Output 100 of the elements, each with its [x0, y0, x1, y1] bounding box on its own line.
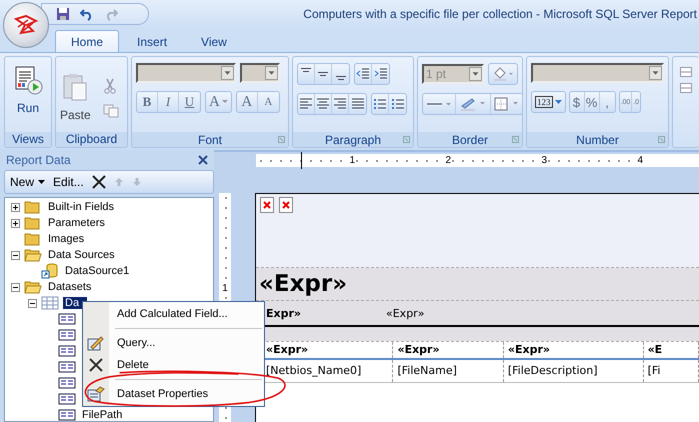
database-icon — [41, 263, 59, 279]
font-size-button[interactable]: A — [258, 92, 279, 112]
format-button[interactable]: I — [158, 92, 179, 112]
indent-icon — [374, 68, 388, 80]
field-icon — [58, 361, 76, 373]
font-name-combo[interactable] — [136, 63, 236, 83]
number-format-button[interactable]: 123 — [532, 92, 564, 112]
decrease-indent-button[interactable] — [355, 64, 372, 84]
folder-icon — [24, 232, 42, 246]
tree-item[interactable]: Built-in Fields — [46, 201, 116, 213]
ribbon-tab[interactable]: View — [185, 30, 243, 52]
column-header: «Expr» — [393, 342, 504, 358]
expression-cell-text: Expr» — [265, 306, 302, 320]
tree-item[interactable]: FilePath — [80, 409, 124, 421]
report-run-icon — [13, 65, 43, 95]
edit-button[interactable]: Edit... — [53, 175, 84, 189]
field-icon — [58, 329, 76, 341]
expression-cell-text: «Expr» — [385, 306, 424, 320]
expander-icon[interactable] — [11, 250, 20, 260]
save-icon[interactable] — [56, 7, 70, 21]
report-title: «Expr» — [256, 268, 699, 300]
table-icon — [41, 296, 59, 310]
table-cell: [Fi — [644, 360, 699, 382]
font-color-button[interactable]: A — [206, 92, 231, 112]
logo-icon — [13, 13, 39, 37]
menu-item[interactable]: Dataset Properties — [83, 383, 264, 405]
caret-icon — [222, 100, 228, 104]
broken-image-icon — [279, 197, 293, 213]
indent-icon — [356, 68, 370, 80]
expander-icon[interactable] — [28, 298, 37, 308]
font-size-combo[interactable] — [240, 63, 280, 83]
close-icon[interactable] — [198, 155, 208, 165]
field-icon — [58, 393, 76, 405]
group-label: Font — [198, 132, 222, 146]
folder-icon — [24, 200, 42, 214]
format-button[interactable]: B — [137, 92, 158, 112]
tree-item[interactable]: DataSource1 — [63, 265, 132, 277]
list-icon — [373, 98, 387, 110]
align-lines-icon — [316, 98, 330, 110]
expander-icon[interactable] — [11, 282, 20, 292]
paste-button[interactable]: Paste — [60, 68, 91, 122]
caret-icon — [38, 180, 46, 184]
lines-icon — [301, 68, 311, 72]
paint-bucket-icon — [492, 67, 514, 81]
align-lines-icon — [299, 98, 313, 110]
new-button[interactable]: New — [10, 175, 46, 189]
group-label: Border — [452, 132, 488, 146]
window-title: Computers with a specific file per collection - Microsoft SQL Server Report — [303, 7, 697, 21]
open-folder-icon — [24, 248, 42, 262]
field-icon — [58, 313, 76, 325]
tree-item[interactable]: Datasets — [46, 281, 94, 293]
properties-icon — [87, 386, 105, 402]
lines-icon — [336, 76, 346, 80]
column-header: «E — [644, 342, 699, 358]
pen-icon — [459, 97, 487, 111]
list-icon — [390, 98, 404, 110]
undo-icon[interactable] — [80, 7, 94, 21]
ruler-label: 1 — [222, 283, 228, 294]
table-cell: [FileName] — [393, 360, 504, 382]
bullets-button[interactable] — [372, 94, 389, 114]
clipboard-icon — [61, 72, 90, 102]
tree-item[interactable]: Images — [46, 233, 86, 245]
group-label: Clipboard — [56, 132, 127, 147]
tree-item[interactable]: Data Sources — [46, 249, 117, 261]
align-top-button[interactable] — [298, 64, 315, 84]
run-button[interactable]: Run — [13, 61, 43, 128]
format-button[interactable]: U — [179, 92, 200, 112]
field-icon — [58, 377, 76, 389]
align-button[interactable] — [315, 94, 332, 114]
pencil-icon — [87, 335, 105, 351]
grid-icon[interactable] — [680, 83, 692, 93]
ribbon-tab[interactable]: Insert — [121, 30, 184, 52]
align-button[interactable] — [298, 94, 315, 114]
table-cell: [FileDescription] — [504, 360, 644, 382]
number-symbol-button[interactable]: $ — [570, 92, 584, 112]
align-lines-icon — [350, 98, 364, 110]
ruler-marker — [301, 152, 302, 169]
group-label: Views — [5, 132, 51, 147]
align-middle-button[interactable] — [315, 64, 332, 84]
caret-icon — [554, 100, 562, 104]
field-icon — [58, 345, 76, 357]
align-button[interactable] — [332, 94, 349, 114]
border-grid-icon — [494, 97, 520, 111]
open-folder-icon — [24, 280, 42, 294]
number-symbol-button[interactable]: , — [600, 92, 614, 112]
font-size-button[interactable]: A — [236, 92, 258, 112]
column-header: «Expr» — [504, 342, 644, 358]
delete-icon[interactable] — [92, 175, 106, 189]
panel-title: Report Data — [6, 153, 71, 167]
expander-icon[interactable] — [11, 202, 20, 212]
group-label: Paragraph — [324, 132, 382, 146]
number-format-combo[interactable] — [531, 63, 664, 83]
group-label: Number — [576, 132, 619, 146]
ribbon-tab[interactable]: Home — [55, 30, 120, 52]
delete-icon — [89, 358, 103, 372]
expander-icon[interactable] — [11, 218, 20, 228]
tree-item[interactable]: Parameters — [46, 217, 107, 229]
number-symbol-button[interactable]: % — [584, 92, 600, 112]
folder-icon — [24, 216, 42, 230]
grid-icon[interactable] — [680, 67, 692, 77]
